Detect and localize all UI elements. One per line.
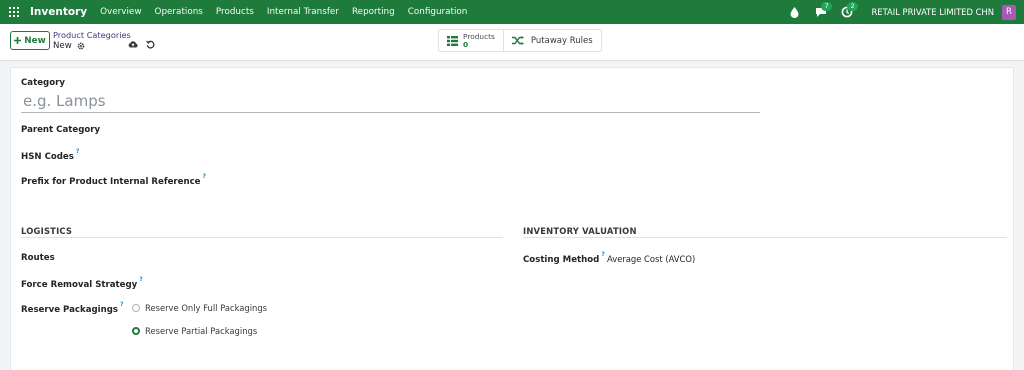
- record-name: New: [53, 41, 85, 51]
- reserve-packagings-label-text: Reserve Packagings: [21, 304, 119, 315]
- messages-icon[interactable]: 7: [814, 1, 832, 19]
- breadcrumb-product-categories[interactable]: Product Categories: [53, 30, 131, 40]
- radio-reserve-full-label: Reserve Only Full Packagings: [145, 303, 268, 313]
- costing-method-label-text: Costing Method: [523, 254, 600, 265]
- putaway-rules-button[interactable]: Putaway Rules: [504, 30, 601, 51]
- navbar-systray: 7 2 RETAIL PRIVATE LIMITED CHN R: [788, 0, 1016, 24]
- removal-strategy-label-text: Force Removal Strategy: [21, 279, 138, 290]
- reserve-packagings-label: Reserve Packagings?: [21, 301, 124, 315]
- costing-method-value[interactable]: Average Cost (AVCO): [607, 254, 695, 264]
- radio-unchecked-icon[interactable]: [132, 304, 140, 312]
- gear-icon[interactable]: [77, 42, 85, 50]
- routes-label: Routes: [21, 253, 55, 263]
- products-stat-value: 0: [463, 39, 469, 49]
- putaway-rules-label: Putaway Rules: [530, 35, 593, 46]
- valuation-section-title: INVENTORY VALUATION: [523, 226, 637, 236]
- new-button-label: New: [24, 35, 46, 46]
- help-tooltip-icon[interactable]: ?: [76, 148, 79, 155]
- help-tooltip-icon[interactable]: ?: [139, 276, 142, 283]
- hsn-codes-label: HSN Codes?: [21, 148, 79, 162]
- messages-badge: 7: [821, 1, 832, 11]
- menu-operations[interactable]: Operations: [155, 7, 203, 17]
- removal-strategy-label: Force Removal Strategy?: [21, 276, 143, 290]
- activities-icon[interactable]: 2: [840, 1, 858, 19]
- products-stat-button[interactable]: Products 0: [439, 30, 504, 51]
- control-panel: New Product Categories New Products 0 Pu…: [0, 24, 1024, 61]
- app-menu-icon[interactable]: [9, 7, 19, 17]
- top-navbar: Inventory Overview Operations Products I…: [0, 0, 1024, 24]
- help-tooltip-icon[interactable]: ?: [203, 173, 206, 180]
- list-icon: [447, 35, 458, 46]
- discard-icon[interactable]: [146, 40, 155, 49]
- prefix-label: Prefix for Product Internal Reference?: [21, 173, 206, 187]
- help-tooltip-icon[interactable]: ?: [120, 301, 123, 308]
- menu-internal-transfer[interactable]: Internal Transfer: [267, 7, 339, 17]
- radio-checked-icon[interactable]: [132, 327, 140, 335]
- radio-reserve-partial-label: Reserve Partial Packagings: [145, 326, 258, 336]
- droplet-icon[interactable]: [788, 6, 801, 19]
- record-name-label: New: [53, 41, 72, 51]
- category-label: Category: [21, 78, 65, 88]
- costing-method-label: Costing Method?: [523, 251, 605, 265]
- shuffle-icon: [511, 36, 524, 45]
- menu-configuration[interactable]: Configuration: [408, 7, 468, 17]
- radio-reserve-partial[interactable]: Reserve Partial Packagings: [132, 326, 257, 336]
- menu-overview[interactable]: Overview: [100, 7, 141, 17]
- app-brand[interactable]: Inventory: [30, 6, 87, 18]
- hsn-codes-label-text: HSN Codes: [21, 151, 74, 162]
- company-switcher[interactable]: RETAIL PRIVATE LIMITED CHN: [871, 7, 994, 17]
- valuation-divider: [523, 237, 1007, 238]
- main-menu: Overview Operations Products Internal Tr…: [100, 7, 480, 17]
- logistics-section-title: LOGISTICS: [21, 226, 73, 236]
- routes-label-text: Routes: [21, 253, 55, 263]
- help-tooltip-icon[interactable]: ?: [601, 251, 604, 258]
- new-button[interactable]: New: [10, 31, 50, 50]
- plus-icon: [14, 37, 22, 44]
- form-sheet: Category Parent Category HSN Codes? Pref…: [10, 67, 1014, 370]
- cloud-save-icon[interactable]: [128, 40, 138, 48]
- parent-category-label-text: Parent Category: [21, 125, 101, 135]
- user-avatar[interactable]: R: [1002, 4, 1016, 20]
- smart-buttons: Products 0 Putaway Rules: [438, 29, 602, 52]
- menu-reporting[interactable]: Reporting: [352, 7, 395, 17]
- category-name-input[interactable]: [21, 90, 760, 113]
- activities-badge: 2: [847, 1, 858, 11]
- menu-products[interactable]: Products: [216, 7, 254, 17]
- prefix-label-text: Prefix for Product Internal Reference: [21, 176, 201, 187]
- parent-category-label: Parent Category: [21, 125, 100, 135]
- logistics-divider: [21, 237, 503, 238]
- radio-reserve-full[interactable]: Reserve Only Full Packagings: [132, 303, 267, 313]
